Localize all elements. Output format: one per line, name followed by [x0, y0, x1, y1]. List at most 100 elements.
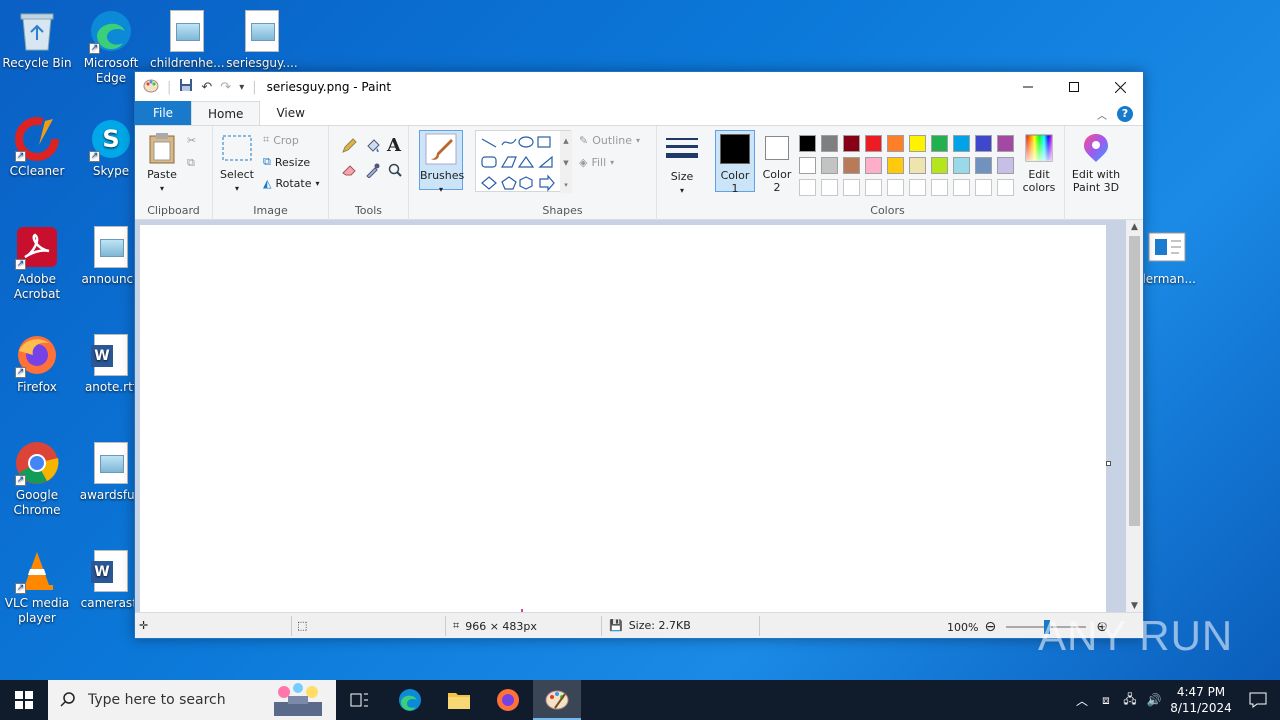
- brushes-label: Brushes: [420, 169, 465, 182]
- notifications-icon[interactable]: [1236, 692, 1280, 708]
- palette-color-swatch[interactable]: [865, 157, 882, 174]
- show-hidden-icons-chevron-icon[interactable]: ︿: [1070, 692, 1094, 709]
- palette-color-swatch[interactable]: [865, 135, 882, 152]
- crop-button[interactable]: ⌗ Crop: [263, 133, 299, 147]
- drawing-canvas[interactable]: [140, 225, 1106, 613]
- collapse-ribbon-icon[interactable]: ︿: [1097, 107, 1107, 122]
- pencil-icon[interactable]: [341, 138, 357, 154]
- desktop-icon-recycle-bin[interactable]: Recycle Bin: [0, 8, 74, 71]
- palette-color-swatch[interactable]: [931, 135, 948, 152]
- resize-button[interactable]: ⧉ Resize: [263, 155, 310, 169]
- select-button[interactable]: Select ▾: [219, 132, 255, 195]
- desktop-icon-adobe-acrobat[interactable]: ↗ Adobe Acrobat: [0, 224, 74, 302]
- start-button[interactable]: [0, 680, 48, 720]
- palette-color-swatch[interactable]: [821, 135, 838, 152]
- custom-color-slot[interactable]: [953, 179, 970, 196]
- taskbar-file-explorer[interactable]: [435, 680, 483, 720]
- window-title: seriesguy.png - Paint: [266, 80, 392, 94]
- custom-color-slot[interactable]: [887, 179, 904, 196]
- brushes-button[interactable]: Brushes ▾: [419, 130, 465, 194]
- custom-color-slot[interactable]: [865, 179, 882, 196]
- magnifier-icon[interactable]: [387, 162, 403, 178]
- edit-colors-button[interactable]: Edit colors: [1017, 132, 1061, 194]
- copy-icon[interactable]: ⧉: [187, 156, 195, 170]
- edit-with-paint3d-button[interactable]: Edit with Paint 3D: [1069, 132, 1123, 194]
- palette-color-swatch[interactable]: [821, 157, 838, 174]
- desktop-icon-vlc[interactable]: ↗ VLC media player: [0, 548, 74, 626]
- desktop-icon-childrenhe[interactable]: childrenhe...: [150, 8, 225, 71]
- text-icon[interactable]: A: [387, 135, 401, 156]
- network-status-icon[interactable]: ⧈: [1094, 693, 1118, 708]
- palette-color-swatch[interactable]: [909, 157, 926, 174]
- custom-color-slot[interactable]: [799, 179, 816, 196]
- shapes-gallery[interactable]: ▲ ▼ ▾: [475, 130, 572, 193]
- palette-color-swatch[interactable]: [975, 157, 992, 174]
- custom-color-slot[interactable]: [821, 179, 838, 196]
- scroll-up-icon[interactable]: ▲: [1126, 222, 1143, 232]
- network-icon[interactable]: 🖧: [1118, 690, 1142, 711]
- rotate-button[interactable]: ◭ Rotate ▾: [263, 177, 320, 190]
- taskbar-firefox[interactable]: [484, 680, 532, 720]
- palette-color-swatch[interactable]: [909, 135, 926, 152]
- palette-color-swatch[interactable]: [887, 157, 904, 174]
- desktop-icon-seriesguy[interactable]: seriesguy....: [225, 8, 299, 71]
- canvas-workspace: ▲ ▼: [135, 220, 1143, 613]
- image-dimensions: ⌗ 966 × 483px: [453, 619, 537, 633]
- size-button[interactable]: Size ▾: [663, 134, 701, 197]
- scrollbar-thumb[interactable]: [1129, 236, 1140, 526]
- tab-view[interactable]: View: [260, 101, 320, 125]
- taskbar-clock[interactable]: 4:47 PM 8/11/2024: [1166, 684, 1236, 716]
- custom-color-slot[interactable]: [843, 179, 860, 196]
- color1-button[interactable]: Color 1: [715, 130, 755, 195]
- color2-button[interactable]: Color 2: [759, 130, 795, 194]
- redo-icon[interactable]: ↷: [220, 80, 231, 95]
- custom-color-slot[interactable]: [997, 179, 1014, 196]
- custom-color-slot[interactable]: [909, 179, 926, 196]
- paste-button[interactable]: Paste ▾: [143, 132, 181, 195]
- fill-button[interactable]: ◈ Fill ▾: [579, 156, 614, 169]
- palette-color-swatch[interactable]: [975, 135, 992, 152]
- minimize-button[interactable]: [1005, 72, 1051, 102]
- canvas-resize-handle-right[interactable]: [1106, 461, 1111, 466]
- fill-bucket-icon[interactable]: [365, 138, 381, 154]
- desktop-icon-ccleaner[interactable]: ↗ CCleaner: [0, 116, 74, 179]
- desktop-icon-firefox[interactable]: ↗ Firefox: [0, 332, 74, 395]
- brush-icon: [425, 133, 457, 165]
- customize-qat-icon[interactable]: ▾: [239, 82, 244, 93]
- palette-color-swatch[interactable]: [953, 135, 970, 152]
- recycle-bin-icon: [13, 8, 61, 54]
- tab-file[interactable]: File: [135, 101, 191, 125]
- taskbar-paint[interactable]: [533, 680, 581, 720]
- palette-color-swatch[interactable]: [953, 157, 970, 174]
- save-icon[interactable]: [179, 78, 193, 96]
- taskbar-search-box[interactable]: Type here to search: [48, 680, 336, 720]
- vertical-scrollbar[interactable]: ▲ ▼: [1126, 220, 1143, 613]
- zoom-out-icon[interactable]: ⊖: [984, 619, 996, 635]
- desktop-icon-google-chrome[interactable]: ↗ Google Chrome: [0, 440, 74, 518]
- palette-color-swatch[interactable]: [799, 135, 816, 152]
- palette-color-swatch[interactable]: [843, 157, 860, 174]
- palette-color-swatch[interactable]: [843, 135, 860, 152]
- custom-color-slot[interactable]: [931, 179, 948, 196]
- palette-color-swatch[interactable]: [887, 135, 904, 152]
- help-icon[interactable]: ?: [1117, 106, 1133, 122]
- cut-icon[interactable]: ✂: [187, 134, 196, 147]
- palette-color-swatch[interactable]: [799, 157, 816, 174]
- palette-color-swatch[interactable]: [997, 135, 1014, 152]
- undo-icon[interactable]: ↶: [201, 80, 212, 95]
- palette-color-swatch[interactable]: [997, 157, 1014, 174]
- taskbar-edge[interactable]: [386, 680, 434, 720]
- maximize-button[interactable]: [1051, 72, 1097, 102]
- search-placeholder: Type here to search: [88, 692, 226, 708]
- tab-home[interactable]: Home: [191, 101, 261, 125]
- volume-icon[interactable]: 🔊: [1142, 693, 1166, 707]
- task-view-button[interactable]: [336, 680, 384, 720]
- scroll-down-icon[interactable]: ▼: [1126, 601, 1143, 611]
- outline-button[interactable]: ✎ Outline ▾: [579, 134, 640, 147]
- eraser-icon[interactable]: [341, 162, 357, 178]
- custom-color-slot[interactable]: [975, 179, 992, 196]
- close-button[interactable]: [1097, 72, 1143, 102]
- palette-color-swatch[interactable]: [931, 157, 948, 174]
- folder-icon: [448, 693, 470, 709]
- color-picker-icon[interactable]: [365, 162, 381, 178]
